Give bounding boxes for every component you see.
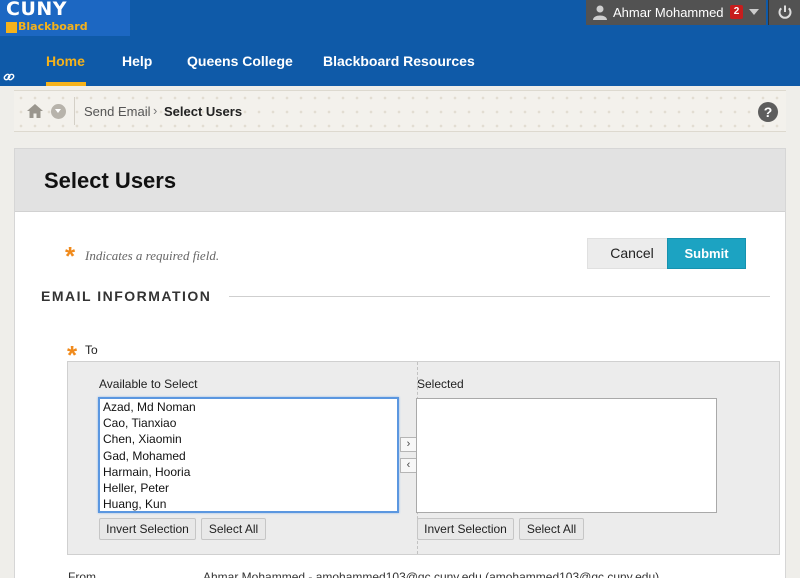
select-all-selected-button[interactable]: Select All [519, 518, 584, 540]
recipient-selector: Available to Select Azad, Md Noman Cao, … [67, 361, 780, 555]
list-item[interactable]: Heller, Peter [100, 480, 397, 496]
user-name: Ahmar Mohammed [613, 5, 724, 20]
to-label: To [85, 343, 98, 357]
nav-blackboard-resources[interactable]: Blackboard Resources [323, 53, 475, 69]
breadcrumb-current: Select Users [164, 104, 243, 119]
list-item[interactable]: Azad, Md Noman [100, 399, 397, 415]
move-left-button[interactable]: ‹ [400, 458, 417, 473]
logo-subtitle: Blackboard [18, 20, 88, 33]
notification-badge: 2 [730, 5, 743, 19]
nav-active-indicator [46, 82, 86, 86]
from-label: From [68, 570, 96, 578]
cancel-button[interactable]: Cancel [587, 238, 677, 269]
content-panel: Select Users * Indicates a required fiel… [14, 148, 786, 578]
cuny-blackboard-logo[interactable]: CUNY Blackboard [0, 0, 130, 36]
list-item[interactable]: Harmain, Hooria [100, 464, 397, 480]
chevron-down-icon [749, 9, 759, 15]
nav-queens-college[interactable]: Queens College [187, 53, 293, 69]
selected-label: Selected [417, 377, 464, 391]
link-icon [3, 73, 15, 81]
top-bar: CUNY Blackboard Ahmar Mohammed 2 [0, 0, 800, 44]
section-divider [229, 296, 770, 297]
list-item[interactable]: Gad, Mohamed [100, 448, 397, 464]
power-icon [778, 5, 792, 19]
submit-button[interactable]: Submit [667, 238, 746, 269]
invert-selection-selected-button[interactable]: Invert Selection [417, 518, 514, 540]
panel-header: Select Users [15, 149, 785, 212]
main-nav: Home Help Queens College Blackboard Reso… [0, 44, 800, 86]
quick-links-button[interactable] [0, 68, 18, 86]
user-icon [593, 5, 607, 20]
breadcrumb: Send Email › Select Users ? [14, 90, 786, 132]
from-value: Ahmar Mohammed - amohammed103@qc.cuny.ed… [203, 570, 660, 578]
breadcrumb-send-email[interactable]: Send Email [84, 104, 150, 119]
nav-help[interactable]: Help [122, 53, 152, 69]
list-item[interactable]: Cao, Tianxiao [100, 415, 397, 431]
breadcrumb-menu-button[interactable] [51, 104, 66, 119]
logout-button[interactable] [768, 0, 800, 25]
select-all-available-button[interactable]: Select All [201, 518, 266, 540]
invert-selection-available-button[interactable]: Invert Selection [99, 518, 196, 540]
available-users-list[interactable]: Azad, Md Noman Cao, Tianxiao Chen, Xiaom… [98, 397, 399, 513]
logo-title: CUNY [6, 0, 68, 20]
logo-square [6, 22, 17, 33]
available-label: Available to Select [99, 377, 198, 391]
help-icon[interactable]: ? [758, 102, 778, 122]
nav-home[interactable]: Home [46, 53, 85, 69]
selected-users-list[interactable] [416, 398, 717, 513]
section-title: EMAIL INFORMATION [41, 288, 212, 304]
list-item[interactable]: Huang, Kun [100, 496, 397, 511]
home-icon[interactable] [26, 103, 44, 119]
required-asterisk-icon: * [65, 241, 76, 271]
breadcrumb-divider [74, 97, 75, 125]
breadcrumb-arrow-icon: › [153, 103, 158, 118]
page-title: Select Users [44, 168, 177, 193]
required-note: Indicates a required field. [85, 248, 220, 263]
user-menu[interactable]: Ahmar Mohammed 2 [586, 0, 766, 25]
move-right-button[interactable]: › [400, 437, 417, 452]
list-item[interactable]: Chen, Xiaomin [100, 431, 397, 447]
